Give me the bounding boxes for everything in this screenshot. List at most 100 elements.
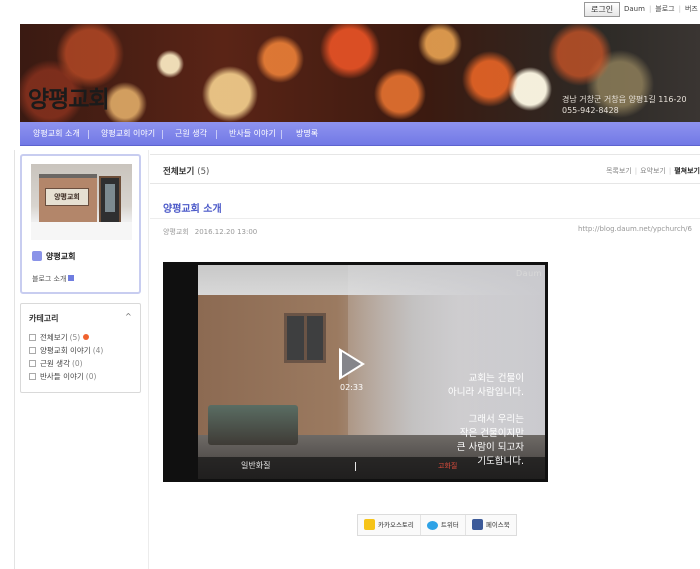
category-icon (29, 334, 36, 341)
thumb-window-bar (304, 316, 307, 360)
main-nav: 양평교회 소개 양평교회 이야기 근원 생각 반사들 이야기 방명록 (20, 122, 700, 146)
post-datetime: 2016.12.20 13:00 (194, 228, 258, 236)
login-button[interactable]: 로그인 (584, 2, 621, 17)
nav-divider (281, 130, 282, 139)
category-item-thoughts[interactable]: 근원 생각 (0) (29, 358, 103, 371)
divider: | (634, 167, 638, 175)
caption-line: 큰 사람이 되고자 (456, 442, 524, 453)
post-count: (5) (197, 167, 210, 177)
caption-gap (448, 400, 524, 413)
daum-logo: Daum (516, 269, 542, 278)
top-link-daum[interactable]: Daum (624, 5, 645, 13)
list-header: 전체보기 (5) 목록보기 | 요약보기 | 펼쳐보기 (150, 154, 700, 184)
new-badge-icon (83, 334, 90, 340)
header-banner: 양평교회 경남 거창군 거창읍 양평1길 116-20 055-942-8428 (20, 24, 700, 122)
category-item-teachers[interactable]: 반사들 이야기 (0) (29, 371, 103, 384)
snow-ground (31, 222, 132, 240)
top-links: Daum | 블로그 | 버즈 (624, 4, 698, 14)
share-buttons: 카카오스토리 트위터 페이스북 (357, 514, 517, 536)
nav-item-teachers[interactable]: 반사들 이야기 (229, 122, 276, 146)
top-link-blog[interactable]: 블로그 (655, 5, 674, 13)
video-duration: 02:33 (340, 383, 364, 392)
quality-normal[interactable]: 일반화질 (241, 460, 270, 471)
view-mode-list[interactable]: 목록보기 (606, 167, 632, 175)
phone-number: 055-942-8428 (562, 106, 619, 115)
quality-divider (355, 462, 356, 471)
sidebar-border (148, 150, 149, 569)
caption-line: 기도합니다. (477, 456, 524, 467)
view-mode-toggles: 목록보기 | 요약보기 | 펼쳐보기 (606, 166, 700, 176)
caption-line: 교회는 건물이 (468, 373, 524, 384)
profile-badge-icon (32, 251, 42, 261)
video-caption: 교회는 건물이 아니라 사람입니다. 그래서 우리는 작은 건물이지만 큰 사람… (448, 372, 524, 469)
share-twitter-button[interactable]: 트위터 (421, 515, 466, 535)
nav-item-guestbook[interactable]: 방명록 (296, 122, 318, 146)
post-author[interactable]: 양평교회 (163, 228, 189, 236)
top-link-buzz[interactable]: 버즈 (685, 5, 698, 13)
category-label: 전체보기 (40, 333, 68, 342)
post-divider (150, 218, 700, 219)
video-player[interactable]: Daum 02:33 교회는 건물이 아니라 사람입니다. 그래서 우리는 작은… (163, 262, 548, 482)
share-facebook-button[interactable]: 페이스북 (466, 515, 516, 535)
nav-divider (88, 130, 89, 139)
thumb-window (284, 313, 326, 363)
divider: | (648, 5, 652, 13)
profile-name-text: 양평교회 (46, 252, 76, 261)
category-label: 반사들 이야기 (40, 372, 84, 381)
divider: | (678, 5, 681, 13)
nav-item-church-intro[interactable]: 양평교회 소개 (33, 122, 80, 146)
caption-line: 작은 건물이지만 (459, 428, 524, 439)
category-count: (0) (71, 359, 83, 368)
door-window (105, 184, 115, 212)
collapse-caret-icon[interactable]: ^ (125, 312, 132, 321)
category-count: (0) (85, 372, 97, 381)
share-label: 트위터 (440, 521, 459, 529)
nav-item-thoughts[interactable]: 근원 생각 (175, 122, 207, 146)
caption-line: 그래서 우리는 (468, 414, 524, 425)
category-title: 카테고리 (29, 314, 59, 323)
building-door (99, 176, 121, 224)
share-label: 페이스북 (485, 521, 510, 529)
divider: | (668, 167, 672, 175)
blog-title[interactable]: 양평교회 (28, 80, 110, 114)
facebook-icon (471, 519, 483, 530)
category-item-stories[interactable]: 양평교회 이야기 (4) (29, 345, 103, 358)
category-item-all[interactable]: 전체보기 (5) (29, 332, 103, 345)
thumb-objects (208, 405, 298, 445)
twitter-icon (426, 521, 438, 530)
category-count: (4) (92, 346, 104, 355)
category-label: 양평교회 이야기 (40, 346, 91, 355)
blog-intro-text: 블로그 소개 (32, 275, 67, 283)
list-title-text: 전체보기 (163, 167, 195, 177)
nav-item-church-stories[interactable]: 양평교회 이야기 (101, 122, 155, 146)
category-label: 근원 생각 (40, 359, 70, 368)
post-title[interactable]: 양평교회 소개 (163, 200, 222, 215)
nav-divider (162, 130, 163, 139)
church-sign: 양평교회 (45, 188, 89, 206)
top-utility-bar: 로그인 Daum | 블로그 | 버즈 (0, 0, 700, 20)
share-kakaostory-button[interactable]: 카카오스토리 (358, 515, 421, 535)
category-box: 카테고리 ^ 전체보기 (5) 양평교회 이야기 (4) 근원 생각 (0) 반사들 … (20, 303, 141, 393)
blog-intro-link[interactable]: 블로그 소개 (32, 274, 75, 284)
category-icon (29, 347, 36, 354)
nav-divider (216, 130, 217, 139)
expand-icon (68, 275, 75, 281)
profile-name[interactable]: 양평교회 (32, 251, 75, 262)
category-list: 전체보기 (5) 양평교회 이야기 (4) 근원 생각 (0) 반사들 이야기 (0) (29, 332, 103, 384)
profile-image[interactable]: 양평교회 (31, 164, 132, 240)
kakaostory-icon (364, 519, 375, 530)
building-wall: 양평교회 (39, 174, 97, 226)
post-url[interactable]: http://blog.daum.net/ypchurch/6 (578, 225, 692, 233)
share-label: 카카오스토리 (378, 521, 414, 529)
page-left-border (14, 150, 15, 569)
profile-box: 양평교회 양평교회 블로그 소개 (20, 154, 141, 294)
post-meta: 양평교회 2016.12.20 13:00 (163, 227, 257, 237)
view-mode-summary[interactable]: 요약보기 (640, 167, 666, 175)
play-icon[interactable] (339, 348, 365, 380)
address-line: 경남 거창군 거창읍 양평1길 116-20 (562, 95, 687, 104)
quality-hd[interactable]: 고화질 (438, 461, 457, 471)
category-icon (29, 373, 36, 380)
category-icon (29, 360, 36, 367)
category-count: (5) (69, 333, 81, 342)
view-mode-expanded[interactable]: 펼쳐보기 (674, 167, 700, 175)
